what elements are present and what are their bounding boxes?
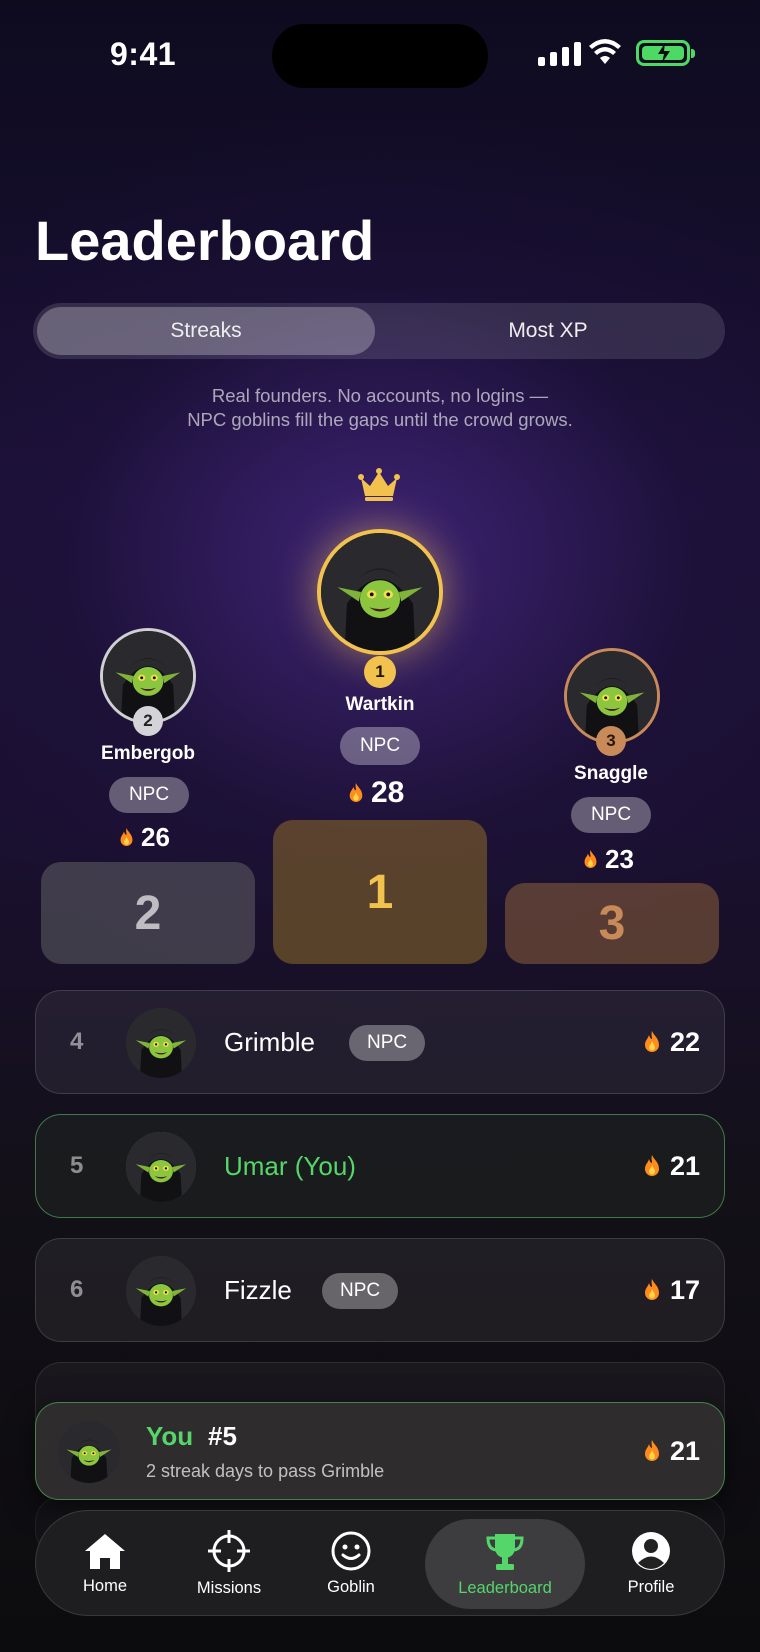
- you-rank: #5: [208, 1421, 237, 1451]
- flame-icon: [582, 849, 599, 870]
- battery-icon: [636, 40, 695, 66]
- npc-badge-second: NPC: [109, 777, 189, 813]
- row-streak: 21: [642, 1115, 700, 1217]
- crosshair-icon: [208, 1529, 250, 1572]
- rank-badge-first: 1: [364, 656, 396, 688]
- row-streak: 17: [642, 1239, 700, 1341]
- leaderboard-mode-toggle: Streaks Most XP: [33, 303, 725, 359]
- table-row[interactable]: 4 Grimble NPC 22: [35, 990, 725, 1094]
- you-label: You: [146, 1421, 194, 1451]
- flame-icon: [118, 827, 135, 848]
- profile-icon: [632, 1531, 670, 1570]
- tab-label: Home: [82, 1576, 127, 1595]
- podium-name-first: Wartkin: [345, 694, 415, 715]
- tab-goblin[interactable]: Goblin: [306, 1511, 396, 1615]
- avatar: [126, 1008, 196, 1078]
- rank-badge-second: 2: [133, 706, 163, 736]
- flame-icon: [642, 1154, 662, 1178]
- row-streak: 22: [642, 991, 700, 1093]
- rank-badge-third: 3: [596, 726, 626, 756]
- npc-badge-first: NPC: [340, 727, 420, 765]
- trophy-icon: [486, 1533, 524, 1570]
- podium-streak-first: 28: [347, 776, 404, 810]
- avatar: [58, 1421, 120, 1483]
- dynamic-island: [272, 24, 488, 88]
- info-note-line-1: Real founders. No accounts, no logins —: [211, 385, 549, 406]
- tab-label: Leaderboard: [458, 1578, 552, 1597]
- tab-label: Profile: [627, 1577, 675, 1596]
- podium-block-second: 2: [41, 862, 255, 964]
- npc-badge-third: NPC: [571, 797, 651, 833]
- table-row[interactable]: 6 Fizzle NPC 17: [35, 1238, 725, 1342]
- avatar-first-place[interactable]: [317, 529, 443, 655]
- tab-leaderboard[interactable]: Leaderboard: [425, 1519, 585, 1609]
- home-icon: [85, 1533, 125, 1569]
- crown-icon: [358, 468, 400, 501]
- podium-name-second: Embergob: [101, 743, 195, 764]
- row-streak-value: 22: [669, 1026, 700, 1057]
- flame-icon: [642, 1278, 662, 1302]
- tab-profile[interactable]: Profile: [606, 1511, 696, 1615]
- status-time: 9:41: [110, 36, 177, 72]
- podium-name-third: Snaggle: [574, 763, 648, 784]
- avatar: [126, 1256, 196, 1326]
- info-note-line-2: NPC goblins fill the gaps until the crow…: [187, 409, 573, 430]
- row-streak-value: 17: [669, 1274, 700, 1305]
- tab-missions[interactable]: Missions: [176, 1511, 282, 1615]
- smiley-icon: [331, 1531, 371, 1570]
- tab-most-xp[interactable]: Most XP: [375, 307, 721, 355]
- row-name: Umar (You): [224, 1150, 356, 1181]
- table-row-you[interactable]: 5 Umar (You) 21: [35, 1114, 725, 1218]
- flame-icon: [347, 782, 365, 804]
- tab-label: Goblin: [327, 1577, 375, 1596]
- npc-badge: NPC: [349, 1025, 426, 1061]
- row-name: Grimble: [224, 1026, 316, 1057]
- npc-badge: NPC: [322, 1273, 399, 1309]
- row-rank: 5: [70, 1152, 84, 1179]
- cellular-signal-icon: [538, 40, 581, 66]
- you-streak-value: 21: [669, 1435, 700, 1466]
- podium-streak-second: 26: [118, 822, 170, 853]
- podium-streak-third: 23: [582, 844, 634, 875]
- avatar: [126, 1132, 196, 1202]
- tab-home[interactable]: Home: [62, 1511, 148, 1615]
- you-subtitle: 2 streak days to pass Grimble: [146, 1461, 385, 1481]
- row-name: Fizzle: [224, 1274, 292, 1305]
- tab-bar: Home Missions Goblin Leaderboard Profile: [35, 1510, 725, 1616]
- flame-icon: [642, 1030, 662, 1054]
- podium-streak-value-third: 23: [605, 844, 634, 874]
- wifi-icon: [589, 39, 621, 64]
- your-rank-card[interactable]: You #5 2 streak days to pass Grimble 21: [35, 1402, 725, 1500]
- tab-streaks[interactable]: Streaks: [37, 307, 375, 355]
- podium-block-third: 3: [505, 883, 719, 964]
- podium-streak-value-second: 26: [141, 822, 170, 852]
- row-streak-value: 21: [669, 1150, 700, 1181]
- tab-label: Missions: [196, 1578, 262, 1597]
- podium-streak-value-first: 28: [371, 776, 405, 809]
- you-streak: 21: [642, 1403, 700, 1499]
- page-title: Leaderboard: [35, 209, 375, 272]
- row-rank: 6: [70, 1276, 84, 1303]
- flame-icon: [642, 1439, 662, 1463]
- podium-block-first: 1: [273, 820, 487, 964]
- row-rank: 4: [70, 1028, 84, 1055]
